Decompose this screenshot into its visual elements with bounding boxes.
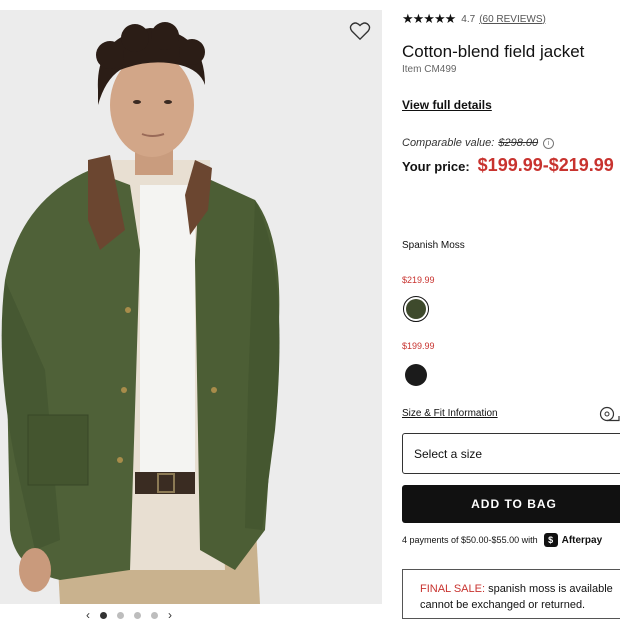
final-sale-text: spanish moss is available [485,583,613,595]
size-select[interactable]: Select a size [402,433,620,474]
model-photo [0,10,382,604]
item-number: Item CM499 [402,64,457,75]
wishlist-heart-icon[interactable] [349,21,371,41]
color-name: Spanish Moss [402,240,465,251]
final-sale-line: FINAL SALE: spanish moss is available [420,583,613,595]
your-price-value: $199.99-$219.99 [477,155,614,175]
gallery-pagination: ‹ › [86,609,172,621]
gallery-dot[interactable] [151,612,158,619]
final-sale-label: FINAL SALE: [420,583,486,595]
size-fit-link[interactable]: Size & Fit Information [402,408,498,419]
product-title: Cotton-blend field jacket [402,42,585,61]
measuring-tape-icon [598,406,620,422]
afterpay-name[interactable]: Afterpay [562,535,603,546]
view-full-details-link[interactable]: View full details [402,98,492,112]
final-sale-notice: FINAL SALE: spanish moss is available ca… [402,569,620,619]
gallery-prev-icon[interactable]: ‹ [86,609,90,621]
gallery-dot[interactable] [134,612,141,619]
info-icon[interactable]: i [543,137,555,149]
add-to-bag-button[interactable]: ADD TO BAG [402,485,620,523]
reviews-link[interactable]: (60 REVIEWS) [479,14,546,25]
color-swatch-black[interactable] [405,364,427,386]
gallery-dot[interactable] [117,612,124,619]
product-details: ★★★★★ 4.7 (60 REVIEWS) Cotton-blend fiel… [402,0,620,620]
installments-text: 4 payments of $50.00-$55.00 with [402,535,538,545]
rating-value: 4.7 [461,13,476,25]
comparable-value: Comparable value: $298.00 i [402,137,555,149]
swatch-price: $219.99 [402,275,435,285]
star-rating-icon: ★★★★★ [402,11,456,26]
size-select-placeholder: Select a size [414,447,483,461]
color-swatch-spanish-moss[interactable] [403,296,429,322]
your-price-label: Your price: [402,159,470,174]
rating-row: ★★★★★ 4.7 (60 REVIEWS) [402,12,546,26]
afterpay-info: 4 payments of $50.00-$55.00 with $ After… [402,533,602,547]
gallery-dot[interactable] [100,612,107,619]
your-price: Your price: $199.99-$219.99 [402,155,614,176]
comparable-price: $298.00 [498,137,539,149]
product-image[interactable] [0,10,382,604]
swatch-fill [406,299,426,319]
final-sale-line2: cannot be exchanged or returned. [420,599,586,611]
swatch-price: $199.99 [402,341,435,351]
afterpay-icon: $ [543,533,558,547]
comparable-label: Comparable value: [402,137,495,149]
gallery-next-icon[interactable]: › [168,609,172,621]
